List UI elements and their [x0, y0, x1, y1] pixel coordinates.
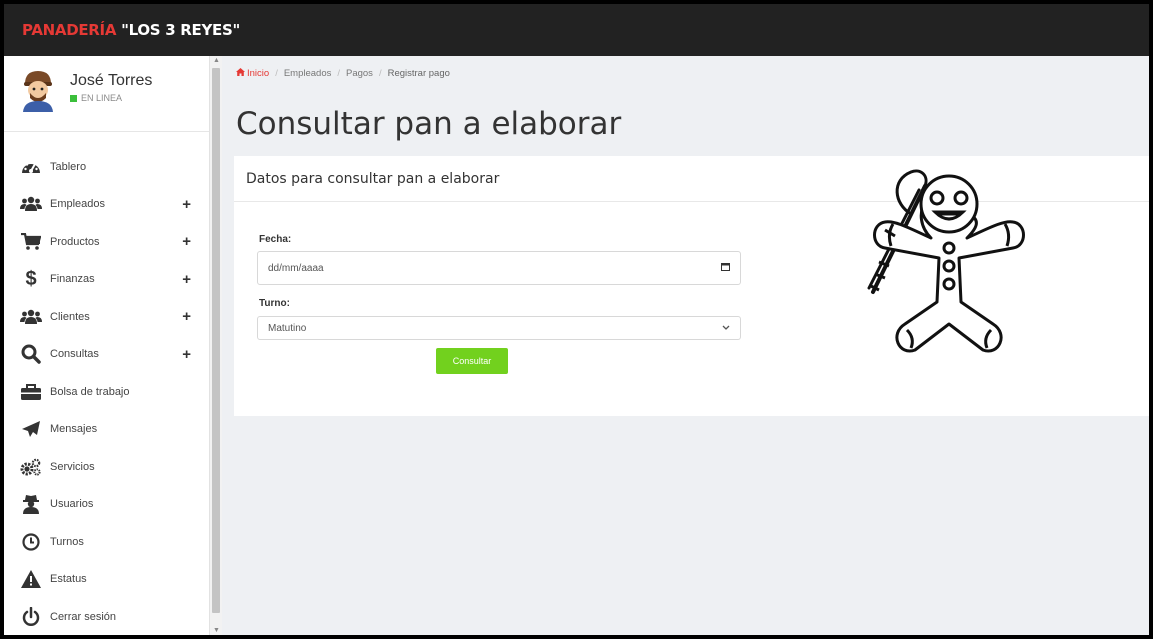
user-status-text: EN LINEA [81, 93, 123, 103]
gingerbread-man-icon [867, 169, 1025, 353]
sidebar-item-label: Servicios [50, 460, 95, 473]
sidebar-item-label: Tablero [50, 160, 87, 173]
sidebar-item-finanzas[interactable]: $ Finanzas + [4, 261, 209, 299]
sidebar-item-label: Consultas [50, 348, 99, 361]
sidebar-item-productos[interactable]: Productos + [4, 223, 209, 261]
sidebar-item-label: Bolsa de trabajo [50, 385, 130, 398]
expand-plus-icon[interactable]: + [182, 271, 191, 288]
sidebar-item-servicios[interactable]: Servicios [4, 448, 209, 486]
consultar-button[interactable]: Consultar [436, 348, 508, 374]
sidebar-item-label: Cerrar sesión [50, 610, 117, 623]
scroll-up-icon[interactable]: ▲ [213, 57, 220, 64]
breadcrumb-home-label: Inicio [247, 67, 270, 79]
paper-plane-icon [18, 420, 44, 438]
brand-name: "LOS 3 REYES" [121, 21, 240, 39]
sidebar-item-turnos[interactable]: Turnos [4, 523, 209, 561]
sidebar-item-empleados[interactable]: Empleados + [4, 186, 209, 224]
expand-plus-icon[interactable]: + [182, 233, 191, 250]
sidebar-item-label: Mensajes [50, 423, 98, 436]
sidebar: José Torres EN LINEA Tablero Empleados + [4, 56, 210, 635]
user-panel: José Torres EN LINEA [4, 56, 209, 132]
scrollbar-thumb[interactable] [212, 68, 220, 613]
clock-icon [18, 533, 44, 551]
home-icon [236, 67, 245, 76]
sidebar-item-mensajes[interactable]: Mensajes [4, 411, 209, 449]
sidebar-item-usuarios[interactable]: Usuarios [4, 486, 209, 524]
sidebar-item-estatus[interactable]: Estatus [4, 561, 209, 599]
sidebar-item-label: Empleados [50, 198, 106, 211]
breadcrumb-item-current: Registrar pago [387, 67, 450, 79]
user-name: José Torres [70, 72, 153, 89]
power-icon [18, 606, 44, 627]
breadcrumb-home[interactable]: Inicio [236, 67, 270, 79]
dashboard-icon [18, 158, 44, 176]
chevron-down-icon [722, 323, 730, 334]
sidebar-item-label: Turnos [50, 535, 84, 548]
page-title: Consultar pan a elaborar [236, 106, 622, 142]
breadcrumb-separator: / [275, 67, 278, 79]
breadcrumb-item-empleados[interactable]: Empleados [284, 68, 332, 79]
users-icon [18, 309, 44, 325]
sidebar-item-bolsa-de-trabajo[interactable]: Bolsa de trabajo [4, 373, 209, 411]
sidebar-item-clientes[interactable]: Clientes + [4, 298, 209, 336]
expand-plus-icon[interactable]: + [182, 346, 191, 363]
users-icon [18, 196, 44, 212]
breadcrumb-item-pagos[interactable]: Pagos [346, 68, 373, 79]
search-icon [18, 344, 44, 364]
online-status-icon [70, 94, 77, 102]
cart-icon [18, 232, 44, 251]
sidebar-item-tablero[interactable]: Tablero [4, 148, 209, 186]
shift-select[interactable]: Matutino [257, 316, 741, 340]
calendar-icon[interactable] [721, 262, 730, 274]
sidebar-item-consultas[interactable]: Consultas + [4, 336, 209, 374]
shift-selected-value: Matutino [268, 322, 307, 334]
sidebar-item-label: Finanzas [50, 273, 95, 286]
briefcase-icon [18, 383, 44, 400]
breadcrumb: Inicio / Empleados / Pagos / Registrar p… [222, 56, 1149, 90]
dollar-icon: $ [25, 267, 37, 290]
expand-plus-icon[interactable]: + [182, 196, 191, 213]
gears-icon [18, 458, 44, 476]
sidebar-item-label: Clientes [50, 310, 90, 323]
breadcrumb-separator: / [337, 67, 340, 79]
sidebar-item-label: Productos [50, 235, 100, 248]
date-placeholder: dd/mm/aaaa [268, 262, 324, 274]
warning-icon [18, 570, 44, 589]
app-window: PANADERÍA "LOS 3 REYES" José Torres EN L… [4, 4, 1149, 635]
form-card: Datos para consultar pan a elaborar Fech… [234, 156, 1149, 416]
sidebar-item-label: Usuarios [50, 498, 94, 511]
sidebar-scrollbar[interactable]: ▲ ▼ [210, 56, 222, 635]
sidebar-item-cerrar-sesion[interactable]: Cerrar sesión [4, 598, 209, 635]
sidebar-menu: Tablero Empleados + Productos + $ Finanz… [4, 132, 209, 635]
user-secret-icon [18, 494, 44, 515]
date-label: Fecha: [259, 234, 292, 245]
brand-logo[interactable]: PANADERÍA "LOS 3 REYES" [22, 21, 240, 39]
sidebar-item-label: Estatus [50, 573, 87, 586]
breadcrumb-separator: / [378, 67, 382, 79]
brand-prefix: PANADERÍA [22, 21, 117, 39]
user-status: EN LINEA [70, 93, 152, 103]
top-navbar: PANADERÍA "LOS 3 REYES" [4, 4, 1149, 56]
expand-plus-icon[interactable]: + [182, 308, 191, 325]
avatar [23, 71, 53, 112]
date-input[interactable]: dd/mm/aaaa [257, 251, 741, 285]
shift-label: Turno: [259, 298, 290, 309]
scroll-down-icon[interactable]: ▼ [213, 627, 220, 634]
